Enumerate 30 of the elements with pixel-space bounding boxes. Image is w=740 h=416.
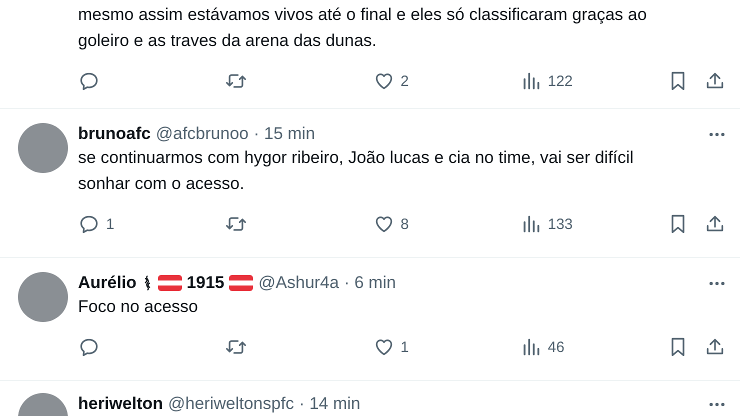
display-name[interactable]: Aurélio — [78, 273, 137, 293]
reply-icon[interactable] — [78, 213, 100, 235]
like-count: 8 — [400, 216, 409, 232]
flag-icon — [229, 275, 254, 291]
display-name[interactable]: heriwelton — [78, 394, 164, 414]
like-count: 1 — [400, 338, 409, 356]
reply-icon[interactable] — [78, 70, 100, 92]
avatar-placeholder[interactable] — [18, 272, 68, 322]
view-count: 46 — [548, 338, 564, 356]
post-text: se continuarmos com hygor ribeiro, João lucas e cia no time, vai ser difícil sonhar com o acesso. — [78, 147, 635, 195]
user-handle[interactable]: @afcbrunoo — [156, 124, 249, 144]
display-name[interactable]: brunoafc — [78, 124, 151, 144]
like-count: 2 — [400, 72, 409, 90]
post-time[interactable]: · 15 min — [254, 124, 316, 144]
user-handle[interactable]: @heriweltonspfc — [168, 394, 294, 414]
more-options-icon[interactable] — [708, 402, 726, 406]
post-time[interactable]: · 14 min — [298, 394, 360, 414]
display-name[interactable]: 1915 — [186, 273, 224, 293]
more-options-icon[interactable] — [708, 280, 726, 286]
view-count: 133 — [548, 216, 573, 232]
more-options-icon[interactable] — [708, 132, 726, 136]
avatar-placeholder[interactable] — [18, 123, 68, 173]
post-text: mesmo assim estávamos vivos até o final e eles só classificaram graças ao goleiro e as traves da arena das dunas. — [78, 4, 648, 52]
post-text: Foco no acesso — [78, 296, 200, 318]
reply-count: 1 — [106, 216, 114, 232]
flag-icon — [158, 275, 182, 291]
user-handle[interactable]: @Ashur4a — [258, 273, 339, 293]
reply-icon[interactable] — [78, 336, 100, 358]
post-time[interactable]: · 6 min — [344, 273, 396, 293]
view-count: 122 — [548, 72, 573, 90]
